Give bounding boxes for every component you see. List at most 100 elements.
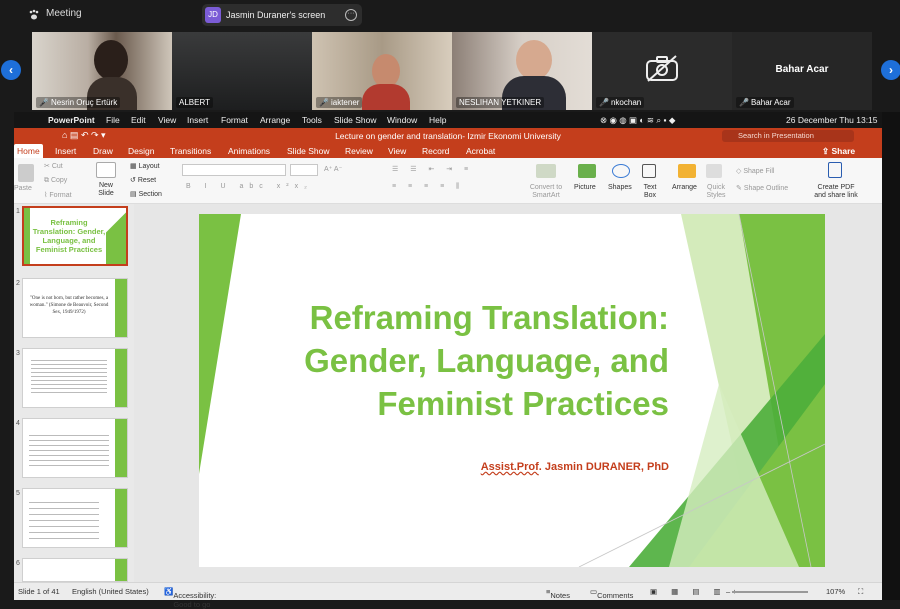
mic-muted-icon: 🎤 xyxy=(319,98,329,107)
thumb-number: 4 xyxy=(16,420,20,427)
menu-slide-show[interactable]: Slide Show xyxy=(334,115,377,125)
accessibility-status[interactable]: ♿ Accessibility: Good to go xyxy=(164,587,216,609)
current-slide[interactable]: Reframing Translation: Gender, Language,… xyxy=(199,214,825,567)
text-box-button[interactable]: Text Box xyxy=(640,184,660,200)
section-button[interactable]: ▤ Section xyxy=(130,190,162,198)
next-page-button[interactable]: › xyxy=(881,60,900,80)
video-tile[interactable]: 🎤 iaktener xyxy=(312,32,452,110)
convert-smartart-button[interactable]: Convert to SmartArt xyxy=(526,184,566,200)
tab-transitions[interactable]: Transitions xyxy=(170,146,211,156)
meeting-label[interactable]: Meeting xyxy=(46,8,82,19)
share-button[interactable]: ⇪ Share xyxy=(822,146,855,157)
notes-button[interactable]: ≡ Notes xyxy=(546,587,570,600)
tab-review[interactable]: Review xyxy=(345,146,373,156)
font-name-select[interactable] xyxy=(182,164,286,176)
menu-edit[interactable]: Edit xyxy=(131,115,146,125)
slide-title[interactable]: Reframing Translation: Gender, Language,… xyxy=(249,296,669,425)
menu-window[interactable]: Window xyxy=(387,115,417,125)
menu-file[interactable]: File xyxy=(106,115,120,125)
zoom-slider[interactable]: – + xyxy=(726,587,809,596)
quick-styles-icon xyxy=(706,164,722,178)
tab-acrobat[interactable]: Acrobat xyxy=(466,146,495,156)
share-label: Jasmin Duraner's screen xyxy=(226,10,326,20)
thumb-number: 1 xyxy=(16,208,20,215)
tab-view[interactable]: View xyxy=(388,146,406,156)
video-tile[interactable]: NESLIHAN YETKINER xyxy=(452,32,592,110)
mic-muted-icon: 🎤 xyxy=(39,98,49,107)
right-edge xyxy=(882,112,900,600)
thumb-number: 6 xyxy=(16,560,20,567)
search-input[interactable]: Search in Presentation xyxy=(722,130,854,142)
slide-thumbnail[interactable]: Reframing Translation: Gender, Language,… xyxy=(22,206,128,266)
picture-icon xyxy=(578,164,596,178)
slide-thumbnail[interactable] xyxy=(22,348,128,408)
thumb-number: 2 xyxy=(16,280,20,287)
slide-thumbnail[interactable] xyxy=(22,418,128,478)
slide-thumbnail[interactable]: "One is not born, but rather becomes, a … xyxy=(22,278,128,338)
menu-arrange[interactable]: Arrange xyxy=(260,115,290,125)
prev-page-button[interactable]: ‹ xyxy=(1,60,21,80)
tab-record[interactable]: Record xyxy=(422,146,449,156)
slide-subtitle[interactable]: Assist.Prof. Jasmin DURANER, PhD xyxy=(481,461,669,473)
shapes-button[interactable]: Shapes xyxy=(608,184,632,191)
tab-animations[interactable]: Animations xyxy=(228,146,270,156)
arrange-icon xyxy=(678,164,696,178)
menu-view[interactable]: View xyxy=(158,115,176,125)
mic-muted-icon: 🎤 xyxy=(599,98,609,107)
video-tile[interactable]: 🎤 Nesrin Oruç Ertürk xyxy=(32,32,172,110)
more-options-icon[interactable]: ··· xyxy=(345,9,357,21)
menu-insert[interactable]: Insert xyxy=(187,115,208,125)
paste-button[interactable]: Paste xyxy=(14,185,32,192)
cut-button[interactable]: ✂ Cut xyxy=(44,162,63,170)
font-size-select[interactable] xyxy=(290,164,318,176)
mac-menu-bar: PowerPoint File Edit View Insert Format … xyxy=(14,112,882,128)
create-pdf-button[interactable]: Create PDF and share link xyxy=(812,184,860,200)
menu-format[interactable]: Format xyxy=(221,115,248,125)
menu-tools[interactable]: Tools xyxy=(302,115,322,125)
participant-name: ALBERT xyxy=(176,97,213,108)
align-buttons: ≡ ≡ ≡ ≡ ⫼ xyxy=(392,183,465,190)
tab-draw[interactable]: Draw xyxy=(93,146,113,156)
mic-muted-icon: 🎤 xyxy=(739,98,749,107)
video-tile[interactable]: 🎤 nkochan xyxy=(592,32,732,110)
new-slide-icon xyxy=(96,162,116,178)
clock: 26 December Thu 13:15 xyxy=(786,115,878,125)
slide-counter: Slide 1 of 41 xyxy=(18,587,60,596)
shape-fill-button[interactable]: ◇ Shape Fill xyxy=(736,167,774,175)
tab-insert[interactable]: Insert xyxy=(55,146,76,156)
smartart-icon xyxy=(536,164,556,178)
status-icons: ⊗ ◉ ◍ ▣ ◐ ≋ ⌕ ▪ ◆ xyxy=(600,115,676,125)
tab-home[interactable]: Home xyxy=(14,144,43,158)
zoom-level[interactable]: 107% xyxy=(826,587,845,596)
format-painter-button[interactable]: ⌇ Format xyxy=(44,191,72,199)
camera-off-icon xyxy=(644,54,680,82)
tab-design[interactable]: Design xyxy=(128,146,154,156)
video-tile[interactable]: ALBERT xyxy=(172,32,312,110)
reset-button[interactable]: ↺ Reset xyxy=(130,176,156,184)
participant-name: 🎤 Nesrin Oruç Ertürk xyxy=(36,97,121,108)
picture-button[interactable]: Picture xyxy=(574,184,596,191)
shapes-icon xyxy=(612,164,630,178)
text-box-icon xyxy=(642,164,656,178)
slide-thumbnail[interactable] xyxy=(22,558,128,582)
sharer-avatar: JD xyxy=(205,7,221,23)
new-slide-button[interactable]: New Slide xyxy=(92,182,120,198)
video-tile[interactable]: Bahar Acar 🎤 Bahar Acar xyxy=(732,32,872,110)
slide-thumbnail[interactable] xyxy=(22,488,128,548)
thumb-number: 5 xyxy=(16,490,20,497)
app-menu[interactable]: PowerPoint xyxy=(48,115,95,125)
paste-icon xyxy=(18,164,34,182)
view-buttons[interactable]: ▣ ▦ ▤ ▥ xyxy=(650,587,727,596)
shape-outline-button[interactable]: ✎ Shape Outline xyxy=(736,184,788,192)
layout-button[interactable]: ▦ Layout xyxy=(130,162,160,170)
quick-styles-button[interactable]: Quick Styles xyxy=(704,184,728,200)
font-style-buttons: B I U abc x²x₂ xyxy=(186,183,313,190)
tab-slide-show[interactable]: Slide Show xyxy=(287,146,330,156)
language-status[interactable]: English (United States) xyxy=(72,587,149,596)
copy-button[interactable]: ⧉ Copy xyxy=(44,177,67,185)
participant-name: 🎤 Bahar Acar xyxy=(736,97,794,108)
menu-help[interactable]: Help xyxy=(429,115,446,125)
arrange-button[interactable]: Arrange xyxy=(672,184,697,191)
comments-button[interactable]: ▭ Comments xyxy=(590,587,633,600)
fit-slide-icon[interactable]: ⛶ xyxy=(858,587,863,597)
